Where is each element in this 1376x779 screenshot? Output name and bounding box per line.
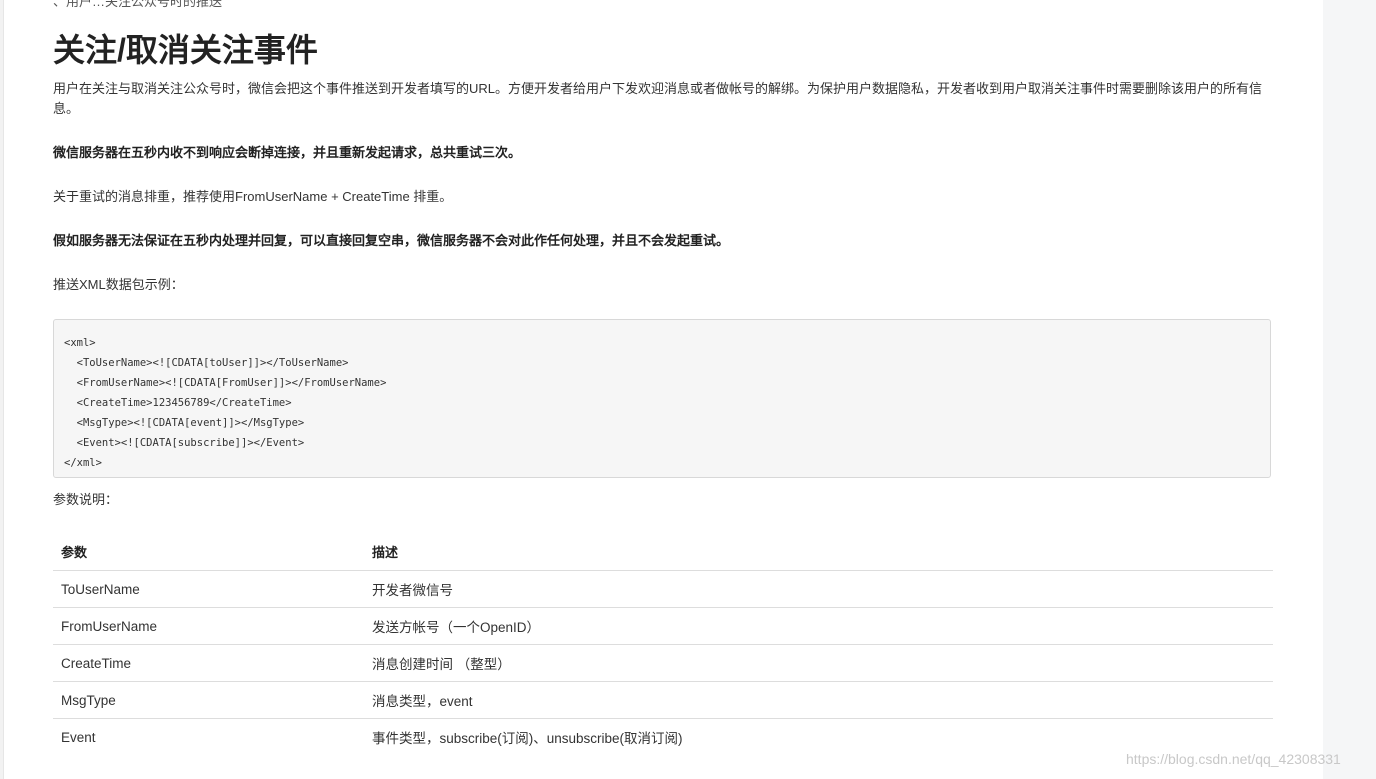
- table-row: MsgType 消息类型，event: [53, 681, 1273, 719]
- param-description: 开发者微信号: [364, 570, 1273, 608]
- param-description: 事件类型，subscribe(订阅)、unsubscribe(取消订阅): [372, 731, 683, 746]
- previous-section-text: 、用户…关注公众号时的推送: [53, 0, 223, 9]
- page-title: 关注/取消关注事件: [53, 32, 318, 68]
- header-param: 参数: [53, 533, 364, 571]
- code-line: </xml>: [64, 457, 102, 469]
- parameter-table: 参数 描述 ToUserName 开发者微信号 FromUserName 发送方…: [53, 533, 1273, 755]
- intro-paragraph: 用户在关注与取消关注公众号时，微信会把这个事件推送到开发者填写的URL。方便开发…: [53, 81, 1263, 116]
- param-description: 发送方帐号（一个OpenID）: [364, 607, 1273, 645]
- code-line: <CreateTime>123456789</CreateTime>: [64, 397, 292, 409]
- xml-code-block: <xml> <ToUserName><![CDATA[toUser]]></To…: [53, 319, 1271, 478]
- table-row: FromUserName 发送方帐号（一个OpenID）: [53, 607, 1273, 645]
- watermark: https://blog.csdn.net/qq_42308331: [1126, 751, 1341, 767]
- code-line: <MsgType><![CDATA[event]]></MsgType>: [64, 417, 305, 429]
- param-desc-label: 参数说明：: [53, 492, 119, 507]
- param-description: 消息创建时间 （整型）: [364, 644, 1273, 682]
- code-line: <FromUserName><![CDATA[FromUser]]></From…: [64, 377, 387, 389]
- param-name: ToUserName: [53, 570, 364, 608]
- code-line: <ToUserName><![CDATA[toUser]]></ToUserNa…: [64, 357, 349, 369]
- param-description: 消息类型，event: [364, 681, 1273, 719]
- header-description: 描述: [364, 533, 1273, 571]
- param-name: MsgType: [53, 681, 364, 719]
- table-row: CreateTime 消息创建时间 （整型）: [53, 644, 1273, 682]
- param-name: Event: [61, 729, 96, 745]
- left-gutter: [0, 0, 4, 779]
- code-line: <Event><![CDATA[subscribe]]></Event>: [64, 437, 305, 449]
- code-line: <xml>: [64, 337, 96, 349]
- empty-reply-note: 假如服务器无法保证在五秒内处理并回复，可以直接回复空串，微信服务器不会对此作任何…: [53, 233, 730, 248]
- right-side-panel: [1323, 0, 1376, 779]
- retry-note: 微信服务器在五秒内收不到响应会断掉连接，并且重新发起请求，总共重试三次。: [53, 145, 522, 160]
- table-row: Event 事件类型，subscribe(订阅)、unsubscribe(取消订…: [53, 719, 1273, 756]
- dedup-note: 关于重试的消息排重，推荐使用FromUserName + CreateTime …: [53, 189, 453, 204]
- param-name: FromUserName: [53, 607, 364, 645]
- table-row: ToUserName 开发者微信号: [53, 570, 1273, 608]
- table-header-row: 参数 描述: [53, 533, 1273, 571]
- param-name: CreateTime: [53, 644, 364, 682]
- xml-example-label: 推送XML数据包示例：: [53, 277, 184, 292]
